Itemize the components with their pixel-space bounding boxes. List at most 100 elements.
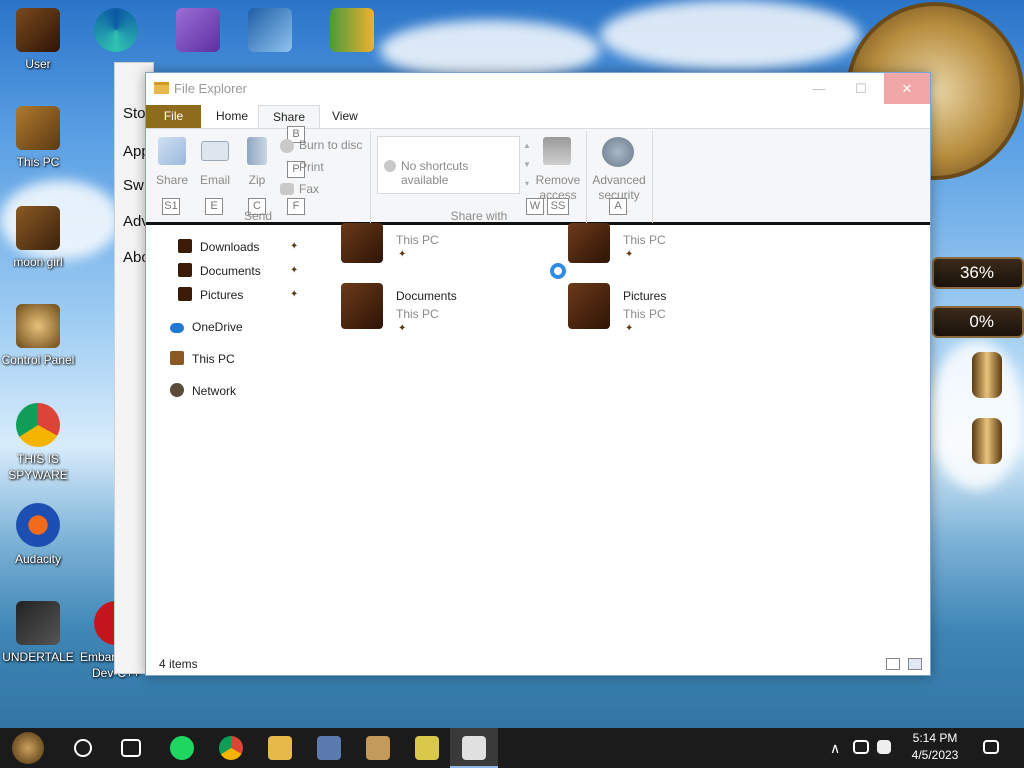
keytip: A [609,198,627,215]
desktop-icon-edge[interactable] [78,8,154,56]
control-panel-icon [16,304,60,348]
nav-item-pictures[interactable]: Pictures [178,285,243,305]
task-view-icon[interactable] [121,739,141,757]
spotify-icon[interactable] [170,736,194,760]
gadget-cylinder [972,418,1002,464]
file-name: Pictures [623,289,667,303]
list-item[interactable]: This PC ✦ [568,221,768,271]
file-location: This PC [623,233,666,247]
app-icon[interactable] [415,736,439,760]
active-window-button[interactable] [450,728,498,768]
list-item[interactable]: This PC ✦ [341,221,541,271]
nav-label: Network [192,384,237,398]
nav-label: This PC [192,352,235,366]
documents-folder-icon [341,283,383,329]
tab-file[interactable]: File [146,105,201,128]
tab-share[interactable]: Share [258,105,321,128]
volume-muted-icon[interactable] [877,740,891,754]
notifications-icon[interactable] [983,740,999,754]
pinned-icon: ✦ [625,323,634,334]
close-button[interactable]: ✕ [884,73,930,104]
pinned-icon: ✦ [398,323,407,334]
downloads-icon [178,239,192,253]
nav-item-documents[interactable]: Documents [178,261,261,281]
cloud-icon [170,323,184,333]
file-explorer-window[interactable]: File Explorer — ☐ ✕ File Home Share View… [145,72,931,676]
group-separator [370,131,371,223]
file-explorer-icon[interactable] [268,736,292,760]
remote-desktop-icon[interactable] [317,736,341,760]
desktop-icon-this-pc[interactable]: This PC [0,106,76,170]
nav-item-network[interactable]: Network [170,381,236,401]
start-button-icon[interactable] [12,732,44,764]
advanced-security-icon [602,137,634,167]
chrome-icon [16,403,60,447]
fax-button[interactable]: Fax [299,182,319,196]
tab-view[interactable]: View [318,105,372,128]
burn-to-disc-button[interactable]: Burn to disc [299,138,362,152]
desktop-icon-chrome[interactable]: THIS IS SPYWARE [0,403,76,483]
minimize-button[interactable]: — [796,73,842,104]
email-button[interactable]: Email [196,173,234,187]
busy-cursor-icon [550,263,566,279]
search-icon[interactable] [74,739,92,757]
share-with-list[interactable]: No shortcuts available [377,136,520,194]
share-button[interactable]: Share [152,173,192,187]
virtualbox-icon [248,8,292,52]
shortcuts-placeholder: No shortcuts available [401,159,469,187]
advanced-security-label: Advanced [592,173,646,187]
remove-access-label: Remove [535,173,581,187]
tray-clock[interactable]: 5:14 PM 4/5/2023 [900,731,970,762]
desktop-icon-user[interactable]: User [0,8,76,72]
folder-icon [341,223,383,263]
share-icon [158,137,186,165]
audacity-icon [16,503,60,547]
nav-label: Pictures [200,288,244,302]
print-button[interactable]: Print [299,160,324,174]
cpu-value: 36% [959,263,994,282]
nav-item-this-pc[interactable]: This PC [170,349,235,369]
chrome-icon[interactable] [219,736,243,760]
folder-icon [16,206,60,250]
list-item[interactable]: Documents This PC ✦ [341,283,541,334]
desktop-icon-moon-girl[interactable]: moon girl [0,206,76,270]
pinned-icon: ✦ [398,249,407,260]
desktop-icon-vs[interactable] [160,8,236,56]
nav-item-downloads[interactable]: Downloads [178,237,259,257]
computer-icon [16,106,60,150]
file-name: Documents [396,289,457,303]
network-icon [170,383,184,397]
group-separator [652,131,653,223]
navigation-pane[interactable]: Downloads ✦ Documents ✦ Pictures ✦ OneDr… [146,225,306,655]
keytip: SS [547,198,569,215]
folder-icon [154,82,169,94]
network-icon[interactable] [853,740,869,754]
desktop-icon-undertale[interactable]: UNDERTALE [0,601,76,665]
desktop-icon-control-panel[interactable]: Control Panel [0,304,76,368]
zip-icon [247,137,267,165]
keytip: S1 [162,198,180,215]
share-with-scroll[interactable]: ▲ ▼ ▾ [522,136,532,194]
file-location: This PC [396,307,439,321]
gadget-cylinder [972,352,1002,398]
app-icon[interactable] [366,736,390,760]
large-icons-view-icon[interactable] [908,658,922,670]
tab-home[interactable]: Home [202,105,262,128]
cpu-gauge: 36% [932,257,1024,289]
title-bar[interactable]: File Explorer — ☐ ✕ [146,73,930,104]
status-bar: 4 items [146,653,930,675]
tray-chevron-icon[interactable]: ∧ [830,740,840,757]
maximize-button[interactable]: ☐ [838,73,884,104]
details-view-icon[interactable] [886,658,900,670]
nav-item-onedrive[interactable]: OneDrive [170,317,243,337]
remove-access-icon [543,137,571,165]
zip-button[interactable]: Zip [244,173,270,187]
group-separator [586,131,587,223]
clock-date: 4/5/2023 [911,748,959,762]
desktop-icon-virtualbox[interactable] [232,8,308,56]
window-title: File Explorer [174,81,247,96]
hxd-icon [330,8,374,52]
desktop-icon-hxd[interactable] [314,8,390,56]
list-item[interactable]: Pictures This PC ✦ [568,283,768,334]
desktop-icon-audacity[interactable]: Audacity [0,503,76,567]
